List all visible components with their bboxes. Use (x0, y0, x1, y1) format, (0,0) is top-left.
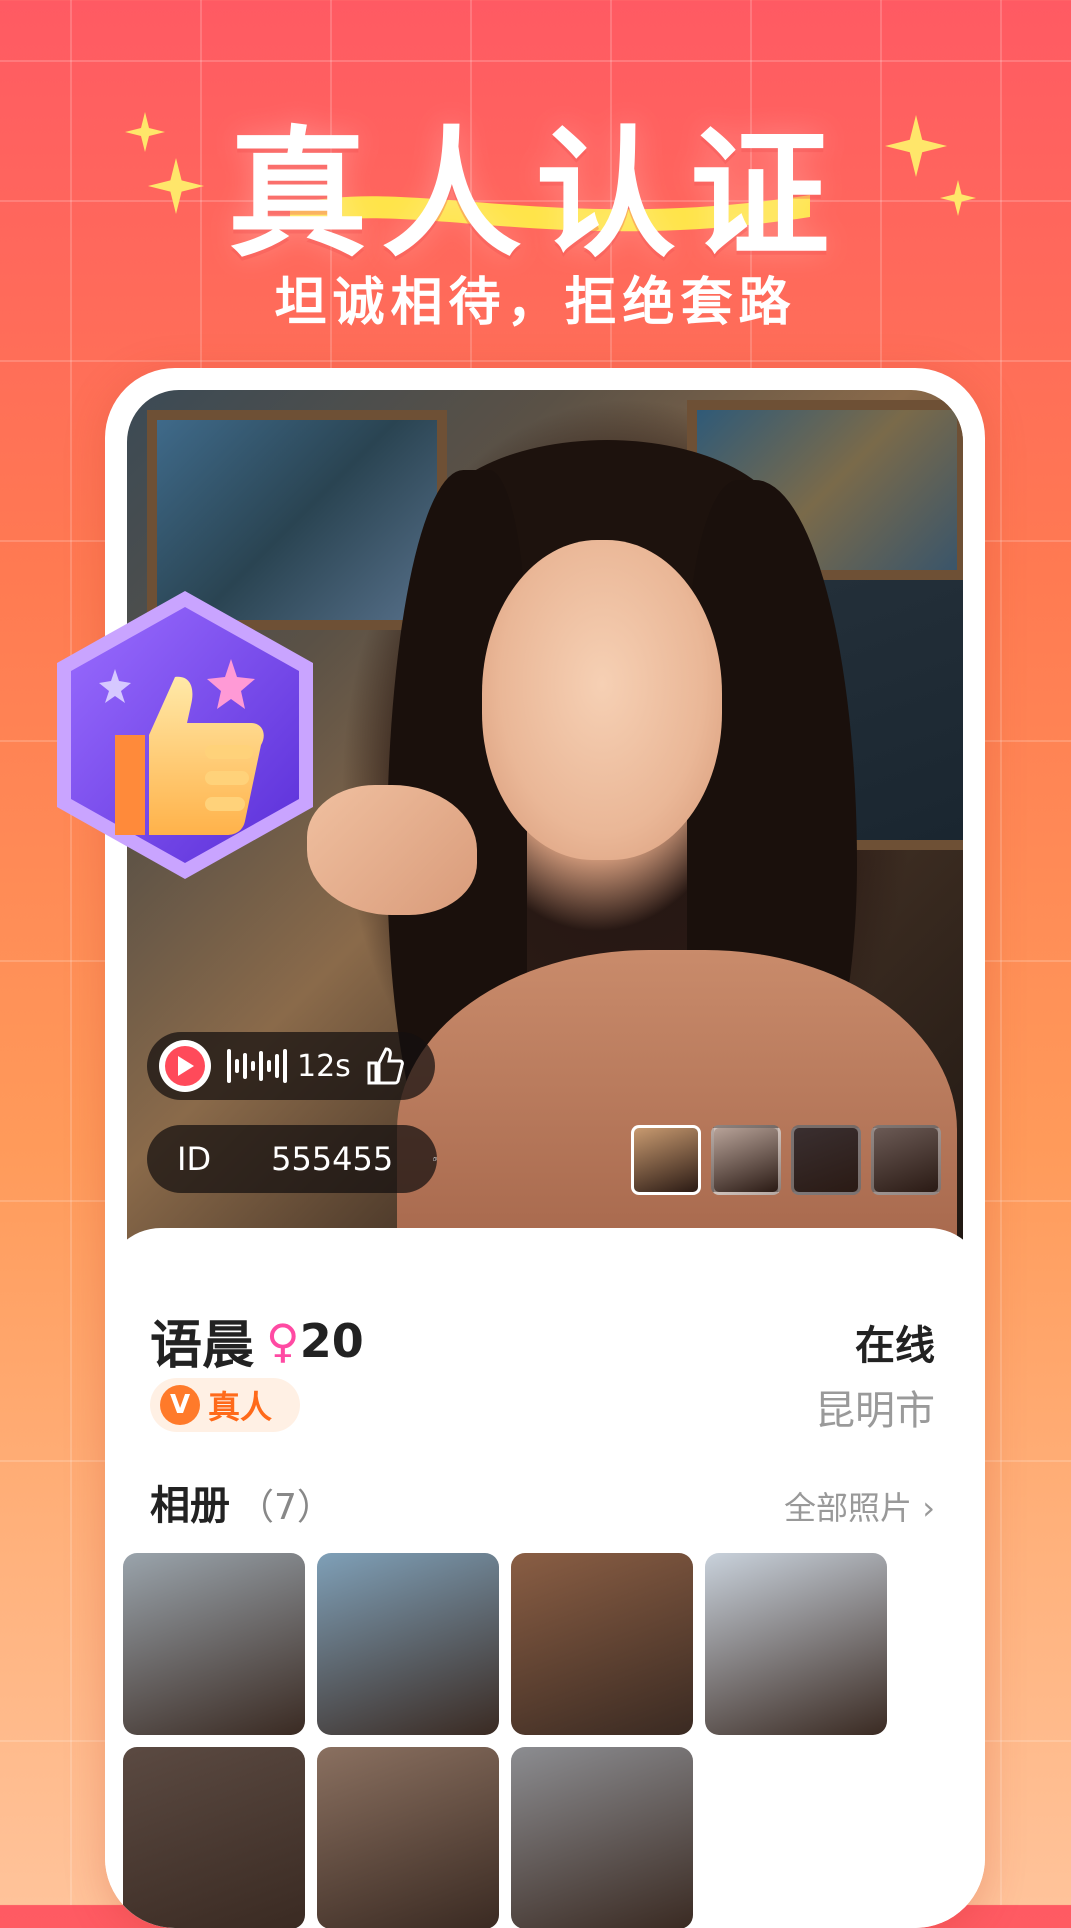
thumbnail-2[interactable] (711, 1125, 781, 1195)
play-icon (165, 1046, 205, 1086)
verified-badge: V 真人 (150, 1378, 300, 1432)
thumbs-up-badge-icon (57, 591, 313, 879)
verified-label: 真人 (208, 1388, 273, 1426)
album-photo-4[interactable] (705, 1553, 887, 1735)
thumbnail-3[interactable] (791, 1125, 861, 1195)
chevron-right-icon: › (922, 1489, 935, 1527)
album-photo-2[interactable] (317, 1553, 499, 1735)
user-name: 语晨 (150, 1316, 255, 1376)
album-title: 相册 （7） (150, 1473, 333, 1531)
album-photo-5[interactable] (123, 1747, 305, 1928)
album-photo-6[interactable] (317, 1747, 499, 1928)
user-id-pill[interactable]: ID 555455 (147, 1125, 437, 1193)
play-button[interactable] (159, 1040, 211, 1092)
id-label: ID (177, 1140, 212, 1178)
like-icon[interactable] (365, 1047, 405, 1085)
sparkle-icon (885, 115, 947, 177)
album-count: （7） (238, 1487, 333, 1528)
user-age: 20 (299, 1313, 364, 1368)
album-title-text: 相册 (150, 1483, 230, 1529)
album-photo-1[interactable] (123, 1553, 305, 1735)
thumbnail-4[interactable] (871, 1125, 941, 1195)
user-name-row: 语晨 ♀ 20 (150, 1303, 364, 1378)
profile-info: 语晨 ♀ 20 在线 V 真人 昆明市 相册 （7） 全部照片 › (105, 1228, 985, 1928)
verified-icon: V (160, 1385, 200, 1425)
album-photo-3[interactable] (511, 1553, 693, 1735)
album-photo-7[interactable] (511, 1747, 693, 1928)
id-value: 555455 (271, 1140, 394, 1178)
view-all-photos-link[interactable]: 全部照片 › (784, 1483, 935, 1529)
waveform-icon (227, 1049, 287, 1083)
female-icon: ♀ (266, 1313, 300, 1368)
voice-duration: 12s (297, 1048, 351, 1084)
sparkle-icon (125, 112, 165, 152)
photo-thumbnails (631, 1125, 941, 1195)
subtitle: 坦诚相待，拒绝套路 (274, 273, 797, 333)
copy-icon[interactable] (433, 1142, 437, 1176)
sparkle-icon (148, 158, 204, 214)
sparkle-icon (940, 180, 976, 216)
thumbnail-1[interactable] (631, 1125, 701, 1195)
online-status: 在线 (855, 1323, 935, 1369)
user-city: 昆明市 (815, 1388, 935, 1434)
view-all-label: 全部照片 (784, 1489, 913, 1527)
album-gallery (123, 1553, 963, 1928)
voice-intro-pill[interactable]: 12s (147, 1032, 435, 1100)
